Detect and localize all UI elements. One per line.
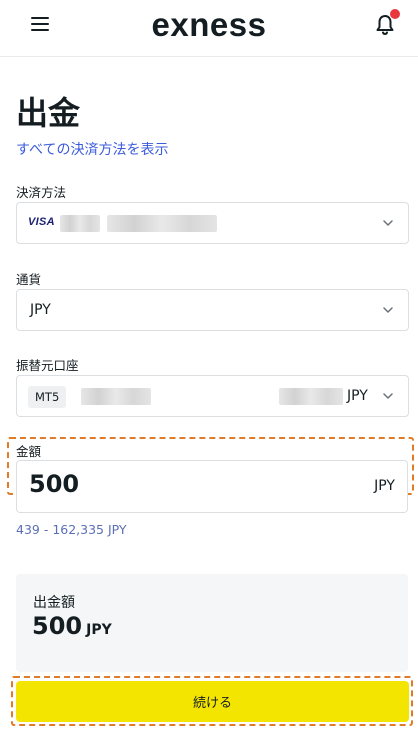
chevron-down-icon — [383, 307, 393, 313]
currency-select[interactable]: JPY — [16, 289, 409, 331]
masked-card-number — [60, 215, 100, 232]
amount-value[interactable]: 500 — [29, 470, 79, 498]
masked-card-holder — [107, 215, 217, 232]
summary-value: 500 — [32, 612, 83, 640]
account-currency: JPY — [347, 388, 368, 404]
masked-account-balance — [279, 388, 343, 405]
header-divider — [0, 56, 418, 57]
visa-logo: VISA — [28, 216, 55, 228]
amount-input[interactable]: 500 JPY — [16, 460, 408, 513]
page-title: 出金 — [16, 94, 81, 132]
currency-label: 通貨 — [16, 272, 42, 287]
summary-label: 出金額 — [33, 595, 75, 611]
summary-currency: JPY — [86, 622, 112, 638]
source-account-select[interactable]: MT5 JPY — [16, 375, 409, 417]
payment-method-select[interactable]: VISA — [16, 202, 409, 244]
amount-currency: JPY — [374, 478, 395, 494]
notification-dot — [390, 9, 400, 19]
currency-value: JPY — [30, 302, 51, 318]
exness-logo[interactable]: exness — [0, 6, 418, 44]
continue-button[interactable]: 続ける — [16, 681, 409, 722]
app-header: exness — [0, 0, 418, 56]
source-account-label: 振替元口座 — [16, 358, 79, 373]
show-all-methods-link[interactable]: すべての決済方法を表示 — [16, 139, 168, 159]
amount-label: 金額 — [16, 444, 42, 459]
chevron-down-icon — [383, 220, 393, 226]
masked-account-number — [81, 388, 151, 405]
payment-method-label: 決済方法 — [16, 185, 67, 200]
summary-amount: 500 JPY — [32, 612, 112, 640]
platform-badge: MT5 — [28, 386, 67, 408]
chevron-down-icon — [383, 393, 393, 399]
amount-range-hint: 439 - 162,335 JPY — [16, 522, 127, 537]
withdrawal-summary: 出金額 500 JPY — [16, 574, 408, 672]
